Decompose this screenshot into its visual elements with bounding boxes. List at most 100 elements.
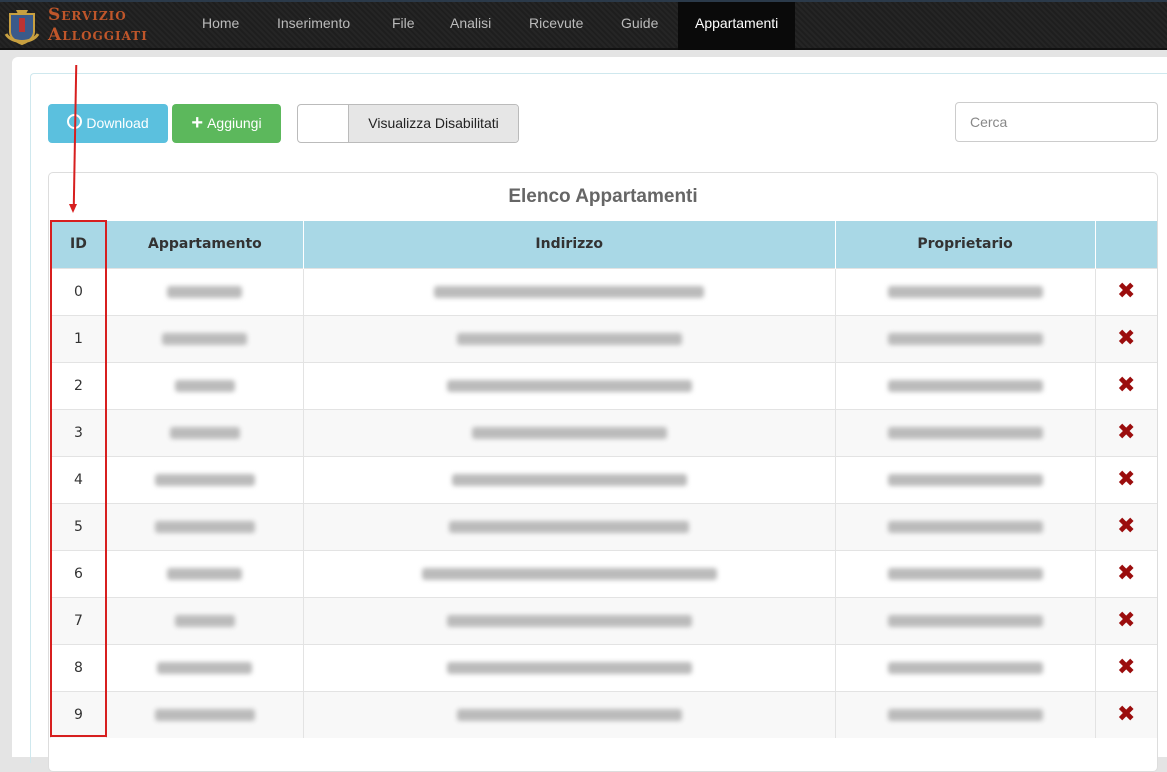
table-row[interactable]: 2 ✖ — [50, 361, 1157, 409]
apartments-table: ID Appartamento Indirizzo Proprietario 0… — [50, 221, 1157, 738]
table-row[interactable]: 1 ✖ — [50, 314, 1157, 362]
redacted-text — [167, 567, 243, 580]
table-row[interactable]: 0 ✖ — [50, 267, 1157, 315]
header-indirizzo[interactable]: Indirizzo — [302, 221, 836, 268]
redacted-text — [446, 379, 692, 392]
annotation-highlight-box — [50, 220, 107, 737]
cell-indirizzo — [302, 361, 836, 409]
delete-cell: ✖ — [1094, 455, 1157, 503]
cell-indirizzo — [302, 314, 836, 362]
cell-indirizzo — [302, 455, 836, 503]
cell-proprietario — [834, 408, 1096, 456]
redacted-text — [446, 614, 692, 627]
cell-indirizzo — [302, 408, 836, 456]
redacted-text — [451, 473, 687, 486]
cell-appartamento — [105, 690, 304, 738]
download-label: Download — [86, 115, 149, 131]
table-title: Elenco Appartamenti — [508, 186, 698, 207]
nav-inserimento[interactable]: Inserimento — [277, 2, 350, 50]
delete-icon[interactable]: ✖ — [1117, 467, 1135, 492]
header-proprietario[interactable]: Proprietario — [834, 221, 1096, 268]
delete-cell: ✖ — [1094, 549, 1157, 597]
redacted-text — [154, 708, 255, 721]
delete-cell: ✖ — [1094, 502, 1157, 550]
redacted-text — [887, 379, 1043, 392]
header-actions — [1094, 221, 1157, 268]
nav-analisi[interactable]: Analisi — [450, 2, 491, 50]
redacted-text — [449, 520, 690, 533]
cell-appartamento — [105, 596, 304, 644]
delete-icon[interactable]: ✖ — [1117, 702, 1135, 727]
delete-cell: ✖ — [1094, 643, 1157, 691]
delete-icon[interactable]: ✖ — [1117, 326, 1135, 351]
plus-icon: + — [191, 112, 204, 134]
delete-icon[interactable]: ✖ — [1117, 373, 1135, 398]
brand-line1: Servizio — [48, 5, 127, 25]
delete-cell: ✖ — [1094, 361, 1157, 409]
delete-icon[interactable]: ✖ — [1117, 608, 1135, 633]
cell-proprietario — [834, 643, 1096, 691]
navbar: Servizio Alloggiati Home Inserimento File… — [0, 0, 1167, 50]
cell-appartamento — [105, 314, 304, 362]
cell-indirizzo — [302, 643, 836, 691]
redacted-text — [456, 332, 682, 345]
show-disabled-toggle[interactable]: Visualizza Disabilitati — [297, 104, 519, 143]
table-row[interactable]: 5 ✖ — [50, 502, 1157, 550]
cell-indirizzo — [302, 549, 836, 597]
nav-guide[interactable]: Guide — [621, 2, 658, 50]
redacted-text — [887, 520, 1043, 533]
cell-proprietario — [834, 596, 1096, 644]
redacted-text — [174, 379, 235, 392]
delete-icon[interactable]: ✖ — [1117, 655, 1135, 680]
redacted-text — [887, 661, 1043, 674]
cell-appartamento — [105, 408, 304, 456]
redacted-text — [887, 708, 1043, 721]
delete-cell: ✖ — [1094, 596, 1157, 644]
cell-appartamento — [105, 549, 304, 597]
table-row[interactable]: 9 ✖ — [50, 690, 1157, 738]
cell-proprietario — [834, 502, 1096, 550]
add-button[interactable]: + Aggiungi — [172, 104, 281, 143]
delete-icon[interactable]: ✖ — [1117, 514, 1135, 539]
delete-cell: ✖ — [1094, 267, 1157, 315]
redacted-text — [154, 520, 255, 533]
delete-icon[interactable]: ✖ — [1117, 561, 1135, 586]
cell-appartamento — [105, 267, 304, 315]
nav-appartamenti[interactable]: Appartamenti — [678, 2, 796, 50]
redacted-text — [887, 614, 1043, 627]
delete-cell: ✖ — [1094, 690, 1157, 738]
nav-home[interactable]: Home — [202, 2, 239, 50]
cell-proprietario — [834, 361, 1096, 409]
redacted-text — [169, 426, 240, 439]
cell-indirizzo — [302, 502, 836, 550]
delete-icon[interactable]: ✖ — [1117, 279, 1135, 304]
redacted-text — [887, 426, 1043, 439]
redacted-text — [162, 332, 248, 345]
header-appartamento[interactable]: Appartamento — [105, 221, 304, 268]
redacted-text — [446, 661, 692, 674]
police-emblem-logo — [4, 10, 40, 46]
cell-indirizzo — [302, 596, 836, 644]
redacted-text — [174, 614, 235, 627]
redacted-text — [167, 285, 243, 298]
annotation-arrow-head — [69, 204, 77, 213]
redacted-text — [887, 473, 1043, 486]
cell-appartamento — [105, 502, 304, 550]
redacted-text — [157, 661, 253, 674]
table-row[interactable]: 3 ✖ — [50, 408, 1157, 456]
cell-proprietario — [834, 549, 1096, 597]
redacted-text — [887, 332, 1043, 345]
delete-icon[interactable]: ✖ — [1117, 420, 1135, 445]
redacted-text — [434, 285, 705, 298]
table-row[interactable]: 8 ✖ — [50, 643, 1157, 691]
nav-ricevute[interactable]: Ricevute — [529, 2, 583, 50]
download-button[interactable]: Download — [48, 104, 168, 143]
table-row[interactable]: 7 ✖ — [50, 596, 1157, 644]
brand[interactable]: Servizio Alloggiati — [48, 5, 148, 45]
cell-appartamento — [105, 643, 304, 691]
table-row[interactable]: 4 ✖ — [50, 455, 1157, 503]
search-input[interactable] — [955, 102, 1158, 142]
nav-file[interactable]: File — [392, 2, 415, 50]
redacted-text — [887, 567, 1043, 580]
table-row[interactable]: 6 ✖ — [50, 549, 1157, 597]
